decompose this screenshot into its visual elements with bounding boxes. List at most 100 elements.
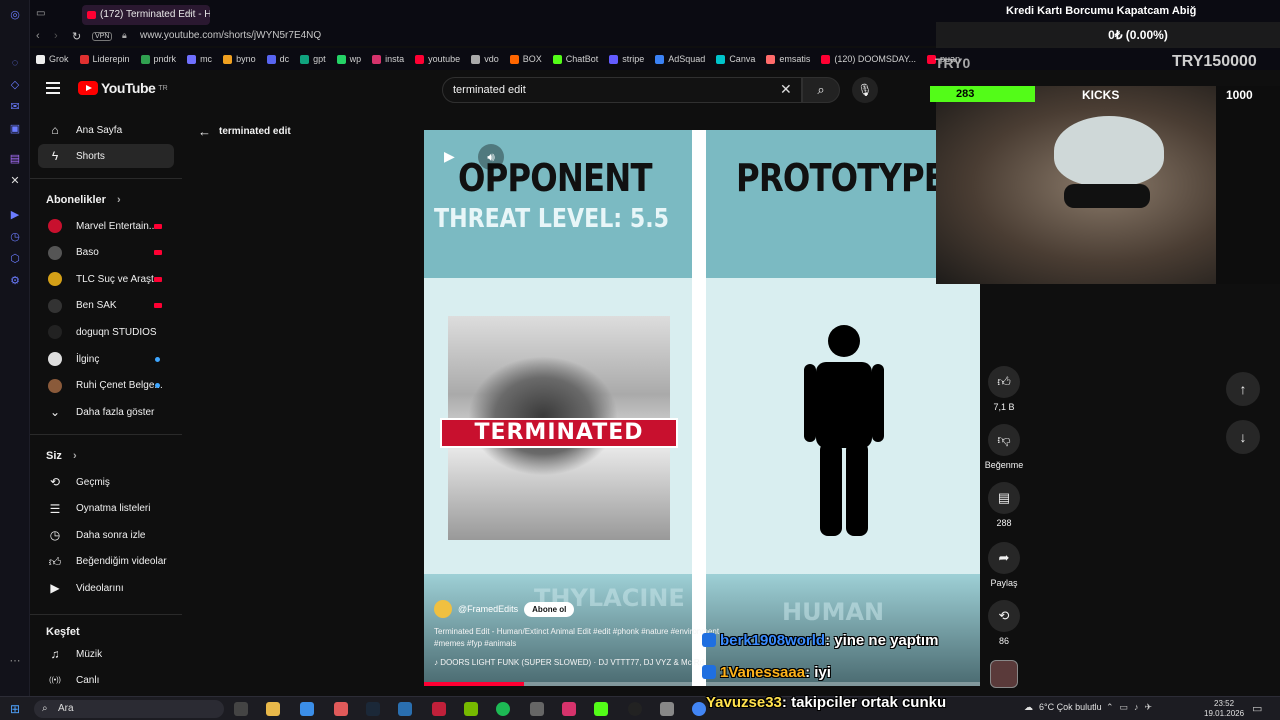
bookmark-item[interactable]: BOX <box>509 54 542 64</box>
clock[interactable]: 23:52 19.01.2026 <box>1204 699 1244 719</box>
settings-icon[interactable]: ⚙ <box>8 274 22 288</box>
sidebar-subscription-item[interactable]: doguqn STUDIOS <box>38 320 174 344</box>
task-view-icon[interactable] <box>234 702 248 716</box>
bookmark-item[interactable]: AdSquad <box>655 54 705 64</box>
bookmark-item[interactable]: mc <box>187 54 212 64</box>
file-explorer-icon[interactable] <box>266 702 280 716</box>
bookmark-item[interactable]: (120) DOOMSDAY... <box>821 54 916 64</box>
forward-icon[interactable]: › <box>54 30 58 42</box>
windows-start-icon[interactable]: ⊞ <box>10 702 20 716</box>
bookmark-item[interactable]: vdo <box>471 54 499 64</box>
you-header[interactable]: Siz › <box>46 450 77 462</box>
sidebar-item[interactable]: ☰ Oynatma listeleri <box>38 497 174 521</box>
spotify-icon[interactable] <box>496 702 510 716</box>
bookmark-item[interactable]: Canva <box>716 54 755 64</box>
sidebar-subscription-item[interactable]: İlginç <box>38 347 174 371</box>
search-input[interactable]: terminated edit <box>442 77 802 103</box>
opera-icon[interactable] <box>432 702 446 716</box>
bookmark-item[interactable]: stripe <box>609 54 644 64</box>
vpn-badge[interactable]: VPN <box>92 32 113 41</box>
aria-icon[interactable]: ◌ <box>8 56 22 70</box>
twitch-icon[interactable]: ▤ <box>8 152 22 166</box>
remix-button[interactable]: ⟲ 86 <box>984 600 1024 646</box>
bookmark-item[interactable]: insta <box>372 54 404 64</box>
app-icon[interactable] <box>628 702 642 716</box>
instagram-icon[interactable] <box>562 702 576 716</box>
sidebar-subscription-item[interactable]: TLC Suç ve Araşt... <box>38 267 174 291</box>
like-button[interactable]: 👍︎ 7,1 B <box>984 366 1024 412</box>
show-more-button[interactable]: ⌄ Daha fazla göster <box>38 400 174 424</box>
app-icon[interactable] <box>530 702 544 716</box>
app-icon[interactable] <box>660 702 674 716</box>
notifications-icon[interactable]: ▭ <box>1252 702 1262 715</box>
next-short-button[interactable]: ↓ <box>1226 420 1260 454</box>
shorts-player[interactable]: OPPONENT THREAT LEVEL: 5.5 PROTOTYPE TER… <box>424 130 980 686</box>
sidebar-item[interactable]: ♫ Müzik <box>38 642 174 666</box>
sidebar-subscription-item[interactable]: Ruhi Çenet Belge... <box>38 374 174 398</box>
search-button[interactable]: ⌕ <box>802 77 840 103</box>
subscribe-button[interactable]: Abone ol <box>524 601 575 617</box>
voice-search-button[interactable]: 🎙︎ <box>852 77 878 103</box>
new-tab-icon[interactable]: + <box>186 6 193 20</box>
chrome-icon[interactable] <box>692 702 706 716</box>
bookmark-item[interactable]: dc <box>266 54 289 64</box>
sidebar-subscription-item[interactable]: Ben SAK <box>38 294 174 318</box>
bookmark-item[interactable]: gpt <box>300 54 326 64</box>
taskbar-search[interactable]: ⌕ Ara <box>34 700 224 718</box>
youtube-logo[interactable]: YouTube TR <box>78 80 168 96</box>
subscriptions-header[interactable]: Abonelikler › <box>46 194 121 206</box>
sound-thumbnail[interactable] <box>990 660 1018 688</box>
extensions-icon[interactable]: ⬡ <box>8 252 22 266</box>
steam-icon[interactable] <box>366 702 380 716</box>
bookmark-item[interactable]: Grok <box>36 54 69 64</box>
menu-icon[interactable] <box>46 82 60 94</box>
short-description[interactable]: Terminated Edit - Human/Extinct Animal E… <box>434 626 734 650</box>
weather-widget[interactable]: ☁ 6°C Çok bulutlu <box>1024 702 1102 713</box>
messenger-icon[interactable]: ✉ <box>8 100 22 114</box>
opera-logo-icon[interactable]: ◎ <box>8 8 22 22</box>
sidebar-item[interactable]: ◷ Daha sonra izle <box>38 523 174 547</box>
kick-icon[interactable] <box>594 702 608 716</box>
nvidia-icon[interactable] <box>464 702 478 716</box>
progress-bar[interactable] <box>424 682 980 686</box>
channel-name[interactable]: @FramedEdits <box>458 604 518 614</box>
tab-menu-icon[interactable]: ▭ <box>36 8 45 19</box>
workspace-icon[interactable]: ▣ <box>8 122 22 136</box>
app-icon[interactable] <box>398 702 412 716</box>
dislike-button[interactable]: 👎︎ Beğenme <box>984 424 1024 470</box>
channel-avatar[interactable] <box>434 600 452 618</box>
sidebar-item[interactable]: ((•)) Canlı <box>38 669 174 693</box>
bookmark-item[interactable]: ChatBot <box>552 54 598 64</box>
reload-icon[interactable]: ↻ <box>72 30 81 43</box>
tray-icons[interactable]: ⌃▭♪✈ <box>1106 702 1158 713</box>
sidebar-item-shorts[interactable]: ϟ Shorts <box>38 144 174 168</box>
app-icon[interactable] <box>300 702 314 716</box>
opera-gx-icon[interactable] <box>334 702 348 716</box>
history-rail-icon[interactable]: ◷ <box>8 230 22 244</box>
sidebar-item[interactable]: ⟲ Geçmiş <box>38 470 174 494</box>
more-icon[interactable]: ⋯ <box>8 654 22 668</box>
bookmark-item[interactable]: wp <box>336 54 361 64</box>
sidebar-item[interactable]: ▶ Videolarını <box>38 576 174 600</box>
flow-icon[interactable]: ◇ <box>8 78 22 92</box>
share-button[interactable]: ➦ Paylaş <box>984 542 1024 588</box>
clear-search-icon[interactable]: ✕ <box>780 81 792 98</box>
back-icon[interactable]: ‹ <box>36 30 40 42</box>
previous-short-button[interactable]: ↑ <box>1226 372 1260 406</box>
sidebar-subscription-item[interactable]: Marvel Entertain... <box>38 214 174 238</box>
player-icon[interactable]: ▶ <box>8 208 22 222</box>
sidebar-item[interactable]: 👍︎ Beğendiğim videolar <box>38 550 174 574</box>
volume-icon[interactable]: 🔊︎ <box>478 144 504 170</box>
bookmark-item[interactable]: youtube <box>415 54 460 64</box>
play-icon[interactable]: ▶ <box>444 148 462 166</box>
shorts-back-link[interactable]: ← terminated edit <box>198 124 291 139</box>
url-field[interactable]: www.youtube.com/shorts/jWYN5r7E4NQ <box>140 30 321 41</box>
sidebar-item-home[interactable]: ⌂ Ana Sayfa <box>38 118 174 142</box>
comments-button[interactable]: ▤ 288 <box>984 482 1024 528</box>
sidebar-subscription-item[interactable]: Baso <box>38 241 174 265</box>
bookmark-item[interactable]: pndrk <box>140 54 176 64</box>
sound-link[interactable]: ♪ DOORS LIGHT FUNK (SUPER SLOWED) · DJ V… <box>434 658 704 667</box>
bookmark-item[interactable]: byno <box>223 54 256 64</box>
x-icon[interactable]: ✕ <box>8 174 22 188</box>
bookmark-item[interactable]: emsatis <box>766 54 810 64</box>
